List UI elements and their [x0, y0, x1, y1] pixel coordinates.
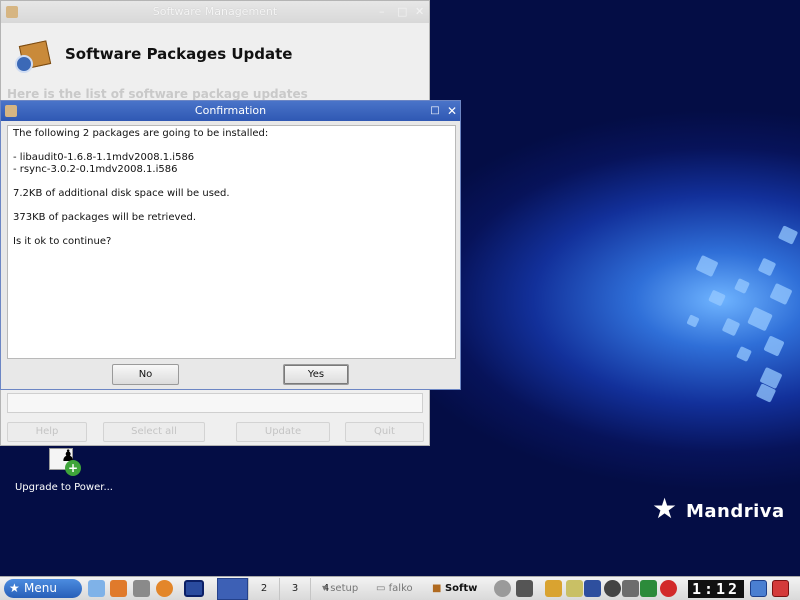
tray-update-icon[interactable] [640, 580, 657, 597]
task-falko[interactable]: ▭ falko [376, 580, 413, 598]
task-label: falko [388, 583, 413, 594]
page-subtitle: Here is the list of software package upd… [7, 87, 308, 101]
computer-icon[interactable] [133, 580, 150, 597]
minimize-icon[interactable]: – [379, 1, 385, 23]
tray-note-icon[interactable] [545, 580, 562, 597]
home-icon[interactable] [110, 580, 127, 597]
maximize-icon[interactable]: □ [397, 1, 407, 23]
task-setup[interactable]: ▾ setup [322, 580, 358, 598]
mandriva-star-icon: ★ [652, 492, 678, 525]
tray-network2-icon[interactable] [622, 580, 639, 597]
tray-k3b-icon[interactable] [604, 580, 621, 597]
package-item: - rsync-3.0.2-0.1mdv2008.1.i586 [13, 164, 178, 175]
menu-star-icon: ★ [9, 581, 20, 595]
no-button[interactable]: No [112, 364, 179, 385]
firefox-icon[interactable] [156, 580, 173, 597]
task-label: setup [330, 583, 359, 594]
tray-disk-icon[interactable] [494, 580, 511, 597]
dialog-title: Confirmation [194, 104, 267, 117]
workspace-1[interactable] [217, 578, 248, 600]
task-icon: ▾ [322, 583, 328, 594]
lock-screen-icon[interactable] [750, 580, 767, 597]
workspace-3[interactable]: 3 [279, 578, 310, 600]
window-titlebar[interactable]: Software Management – □ ✕ [1, 1, 429, 23]
disk-space-text: 7.2KB of additional disk space will be u… [13, 188, 230, 199]
clock: 1:12 [688, 580, 744, 598]
tray-network-icon[interactable] [516, 580, 533, 597]
package-item: - libaudit0-1.6.8-1.1mdv2008.1.i586 [13, 152, 195, 163]
desktop-icon-label: Upgrade to Power... [14, 482, 113, 493]
maximize-icon[interactable]: □ [428, 101, 442, 121]
window-title: Software Management [152, 5, 278, 18]
close-icon[interactable]: ✕ [445, 101, 459, 121]
select-all-button[interactable]: Select all [103, 422, 205, 442]
wallpaper-cubes [640, 220, 800, 410]
update-list[interactable] [7, 393, 423, 413]
window-header: Software Packages Update [1, 23, 429, 83]
folder-icon: ▭ [376, 583, 386, 594]
mandriva-wordmark: Mandriva [686, 501, 785, 522]
launcher-icon[interactable] [88, 580, 105, 597]
upgrade-icon: ♟ + [47, 446, 81, 478]
menu-label: Menu [24, 581, 57, 595]
workspace-2[interactable]: 2 [248, 578, 279, 600]
task-label: Softw [444, 583, 478, 594]
window-menu-icon[interactable] [6, 6, 18, 18]
tray-k-icon[interactable] [566, 580, 583, 597]
show-desktop-icon[interactable] [184, 580, 204, 597]
task-software[interactable]: ■ Softw [432, 580, 477, 598]
dialog-message: The following 2 packages are going to be… [7, 125, 456, 359]
dialog-menu-icon[interactable] [5, 105, 17, 117]
question-text: Is it ok to continue? [13, 236, 112, 247]
dialog-titlebar[interactable]: Confirmation □ ✕ [1, 101, 460, 121]
page-title: Software Packages Update [65, 45, 293, 63]
yes-button[interactable]: Yes [283, 364, 349, 385]
tray-monitor-icon[interactable] [584, 580, 601, 597]
update-button[interactable]: Update [236, 422, 330, 442]
logout-icon[interactable] [772, 580, 789, 597]
menu-button[interactable]: ★ Menu [4, 579, 82, 598]
intro-text: The following 2 packages are going to be… [13, 128, 269, 139]
tray-alert-icon[interactable] [660, 580, 677, 597]
package-icon [15, 39, 53, 75]
desktop-icon-upgrade[interactable]: ♟ + Upgrade to Power... [4, 446, 124, 493]
mandriva-logo: ★ Mandriva [652, 492, 785, 526]
retrieved-text: 373KB of packages will be retrieved. [13, 212, 197, 223]
taskbar: ★ Menu 2 3 4 ▾ setup ▭ falko ■ Softw 1:1… [0, 576, 800, 600]
package-task-icon: ■ [432, 583, 442, 594]
help-button[interactable]: Help [7, 422, 87, 442]
quit-button[interactable]: Quit [345, 422, 424, 442]
confirmation-dialog: Confirmation □ ✕ The following 2 package… [0, 100, 461, 390]
close-icon[interactable]: ✕ [415, 1, 424, 23]
